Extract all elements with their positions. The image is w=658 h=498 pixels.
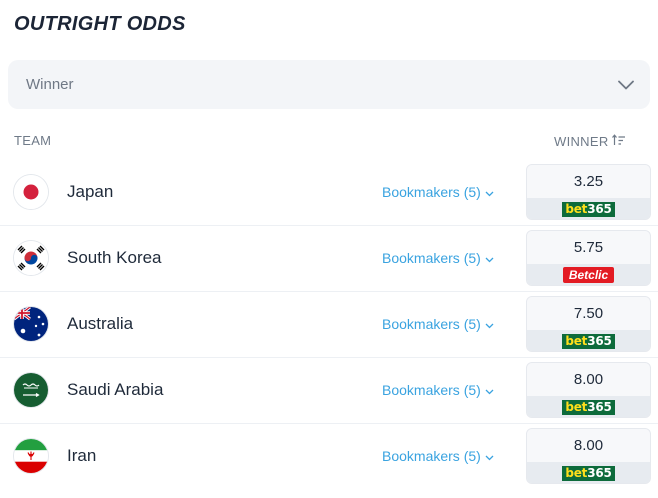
column-header-team: TEAM (14, 133, 52, 148)
odds-value: 3.25 (527, 165, 650, 198)
chevron-down-icon (485, 448, 494, 464)
betclic-logo: Betclic (562, 267, 615, 283)
odds-value: 5.75 (527, 231, 650, 264)
team-name[interactable]: Saudi Arabia (67, 380, 163, 400)
iran-flag-icon (14, 439, 48, 473)
team-name[interactable]: Australia (67, 314, 133, 334)
odds-button[interactable]: 5.75 Betclic (526, 230, 651, 286)
chevron-down-icon (485, 316, 494, 332)
japan-flag-icon (14, 175, 48, 209)
bookmakers-dropdown[interactable]: Bookmakers (5) (382, 448, 494, 464)
chevron-down-icon (618, 80, 634, 90)
south-korea-flag-icon (14, 241, 48, 275)
bookmaker-badge: bet365 (527, 462, 650, 483)
bookmaker-badge: bet365 (527, 198, 650, 219)
team-name[interactable]: South Korea (67, 248, 162, 268)
odds-value: 8.00 (527, 363, 650, 396)
odds-value: 7.50 (527, 297, 650, 330)
odds-button[interactable]: 8.00 bet365 (526, 428, 651, 484)
team-name[interactable]: Japan (67, 182, 113, 202)
bookmakers-dropdown[interactable]: Bookmakers (5) (382, 382, 494, 398)
table-row: Australia Bookmakers (5) 7.50 bet365 (0, 292, 658, 358)
chevron-down-icon (485, 250, 494, 266)
odds-value: 8.00 (527, 429, 650, 462)
bookmaker-badge: bet365 (527, 396, 650, 417)
bookmakers-dropdown[interactable]: Bookmakers (5) (382, 184, 494, 200)
table-row: Japan Bookmakers (5) 3.25 bet365 (0, 160, 658, 226)
bookmakers-label: Bookmakers (5) (382, 250, 481, 266)
bet365-logo: bet365 (562, 465, 615, 481)
market-select[interactable]: Winner (8, 60, 650, 109)
bet365-logo: bet365 (562, 201, 615, 217)
market-select-value: Winner (26, 76, 74, 93)
bookmakers-label: Bookmakers (5) (382, 184, 481, 200)
column-header-winner-label: WINNER (554, 134, 609, 149)
table-row: South Korea Bookmakers (5) 5.75 Betclic (0, 226, 658, 292)
bookmakers-dropdown[interactable]: Bookmakers (5) (382, 250, 494, 266)
bookmakers-dropdown[interactable]: Bookmakers (5) (382, 316, 494, 332)
page-title: OUTRIGHT ODDS (14, 13, 186, 35)
odds-button[interactable]: 8.00 bet365 (526, 362, 651, 418)
odds-table: Japan Bookmakers (5) 3.25 bet365 South K… (0, 160, 658, 490)
sort-icon (611, 134, 626, 149)
chevron-down-icon (485, 382, 494, 398)
bookmaker-badge: Betclic (527, 264, 650, 285)
odds-button[interactable]: 7.50 bet365 (526, 296, 651, 352)
column-header-winner[interactable]: WINNER (554, 134, 626, 149)
bookmaker-badge: bet365 (527, 330, 650, 351)
bet365-logo: bet365 (562, 399, 615, 415)
bookmakers-label: Bookmakers (5) (382, 316, 481, 332)
saudi-arabia-flag-icon (14, 373, 48, 407)
chevron-down-icon (485, 184, 494, 200)
odds-button[interactable]: 3.25 bet365 (526, 164, 651, 220)
bet365-logo: bet365 (562, 333, 615, 349)
team-name[interactable]: Iran (67, 446, 96, 466)
table-row: Saudi Arabia Bookmakers (5) 8.00 bet365 (0, 358, 658, 424)
bookmakers-label: Bookmakers (5) (382, 382, 481, 398)
australia-flag-icon (14, 307, 48, 341)
table-row: Iran Bookmakers (5) 8.00 bet365 (0, 424, 658, 490)
bookmakers-label: Bookmakers (5) (382, 448, 481, 464)
